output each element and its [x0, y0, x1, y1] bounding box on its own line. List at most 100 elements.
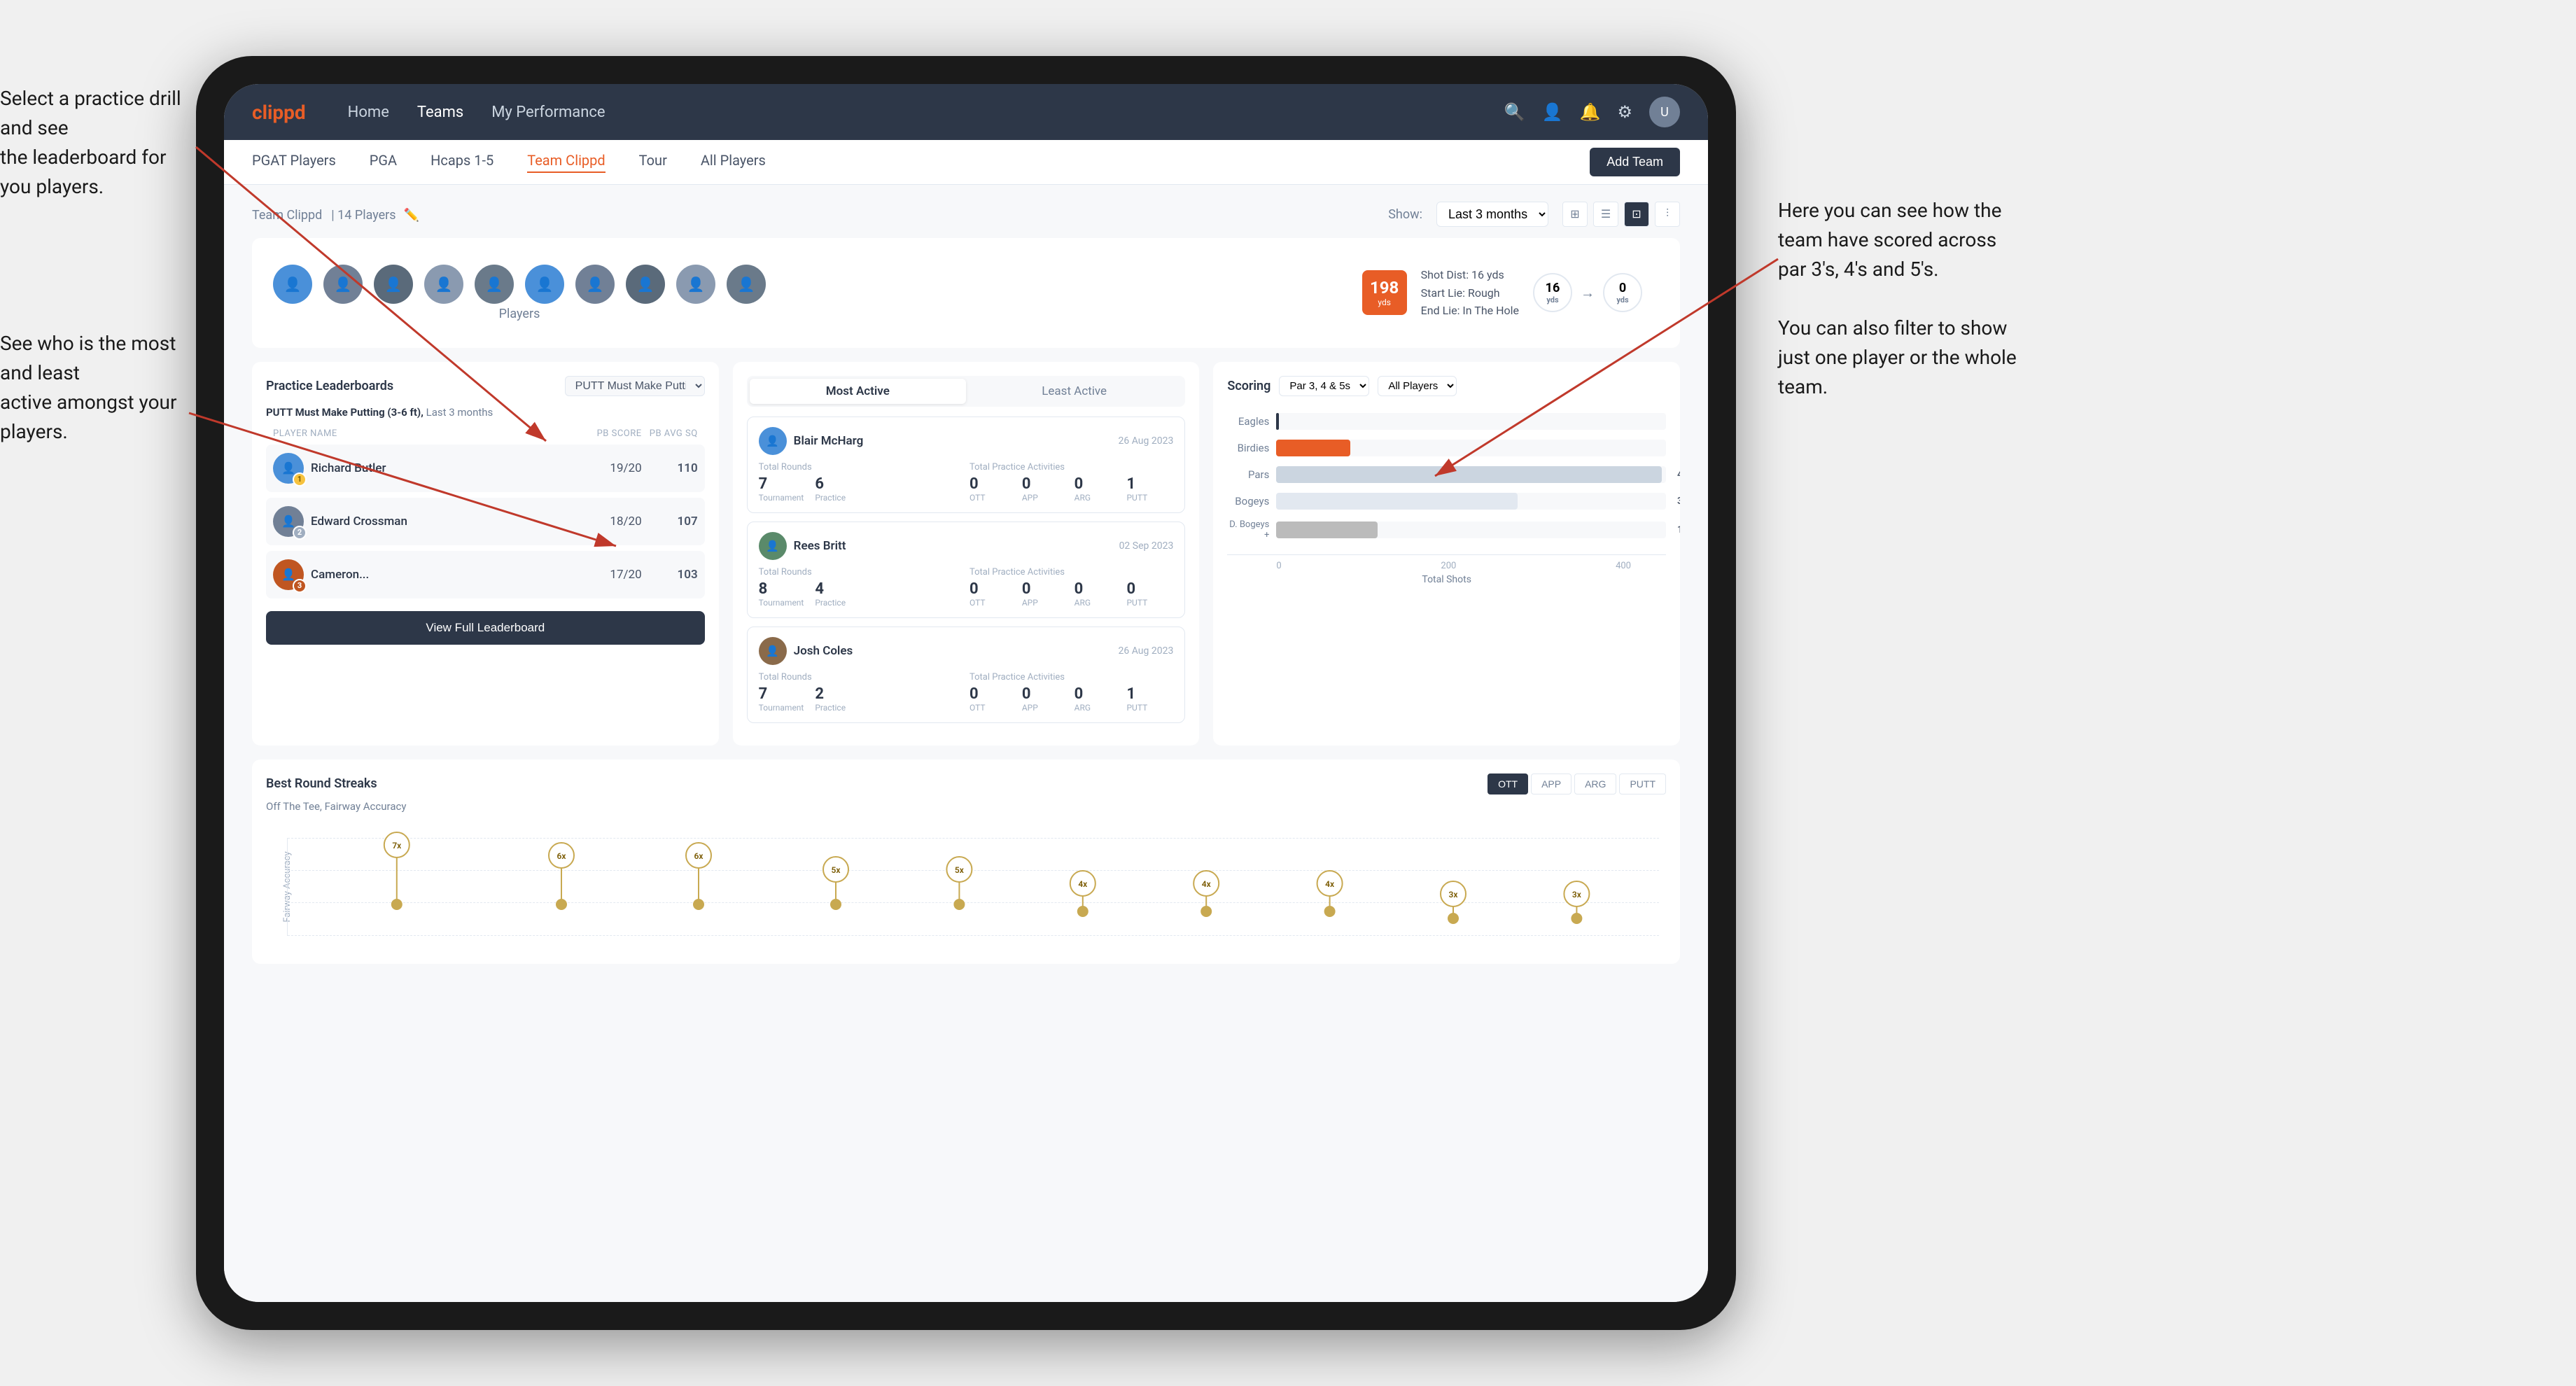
brand-logo: clippd: [252, 101, 306, 124]
active-player-card-2: 👤 Rees Britt 02 Sep 2023 Total Rounds 8: [747, 522, 1186, 618]
subnav-all-players[interactable]: All Players: [701, 152, 766, 173]
player-avatar-6[interactable]: 👤: [525, 265, 564, 304]
leaderboard-header: PLAYER NAME PB SCORE PB AVG SQ: [266, 428, 705, 439]
edit-icon[interactable]: ✏️: [404, 208, 419, 223]
search-icon[interactable]: 🔍: [1504, 102, 1525, 122]
panels-grid: Practice Leaderboards PUTT Must Make Put…: [252, 362, 1680, 746]
apc-player: 👤 Rees Britt: [759, 532, 846, 560]
nav-home[interactable]: Home: [348, 104, 389, 121]
player-info: 👤 2 Edward Crossman: [273, 506, 586, 537]
view-full-leaderboard-button[interactable]: View Full Leaderboard: [266, 611, 705, 645]
player-avatar-4[interactable]: 👤: [424, 265, 463, 304]
scoring-title: Scoring: [1227, 379, 1270, 393]
pars-bar-fill: [1276, 466, 1662, 483]
player-avatar-5[interactable]: 👤: [475, 265, 514, 304]
tablet-frame: clippd Home Teams My Performance 🔍 👤 🔔 ⚙…: [196, 56, 1736, 1330]
player-avatar-9[interactable]: 👤: [676, 265, 715, 304]
show-period-select[interactable]: Last 3 months: [1436, 202, 1548, 227]
apc-stats: Total Rounds 8 Tournament 4 Practice: [759, 567, 1174, 608]
leaderboard-title: Practice Leaderboards: [266, 379, 393, 393]
subnav-pga[interactable]: PGA: [370, 152, 397, 173]
active-player-card: 👤 Blair McHarg 26 Aug 2023 Total Rounds …: [747, 416, 1186, 513]
player-avg: 103: [642, 568, 698, 582]
bell-icon[interactable]: 🔔: [1580, 102, 1601, 122]
settings-icon[interactable]: ⚙: [1617, 102, 1632, 122]
grid-view-btn[interactable]: ⊞: [1562, 202, 1588, 227]
subnav-team-clippd[interactable]: Team Clippd: [527, 152, 605, 173]
subnav-hcaps[interactable]: Hcaps 1-5: [430, 152, 493, 173]
apc-avatar: 👤: [759, 637, 787, 665]
view-icons: ⊞ ☰ ⊡ ⫶: [1562, 202, 1680, 227]
player-avatar-2[interactable]: 👤: [323, 265, 363, 304]
least-active-tab[interactable]: Least Active: [966, 379, 1182, 404]
card-view-btn[interactable]: ⊡: [1624, 202, 1649, 227]
shot-distance-badge: 198 yds: [1362, 270, 1407, 315]
subnav-pgat[interactable]: PGAT Players: [252, 152, 336, 173]
filter-view-btn[interactable]: ⫶: [1655, 202, 1680, 227]
list-view-btn[interactable]: ☰: [1593, 202, 1618, 227]
apc-stats: Total Rounds 7 Tournament 2 Practice: [759, 672, 1174, 713]
nav-performance[interactable]: My Performance: [491, 104, 605, 121]
apc-player: 👤 Blair McHarg: [759, 427, 864, 455]
player-info: 👤 1 Richard Butler: [273, 453, 586, 484]
most-active-tab[interactable]: Most Active: [750, 379, 966, 404]
apc-stats: Total Rounds 7 Tournament 6 Practice: [759, 462, 1174, 503]
svg-text:3x: 3x: [1572, 890, 1581, 899]
player-avatar-8[interactable]: 👤: [626, 265, 665, 304]
activities-values: 0 OTT 0 APP 0 ARG: [969, 685, 1173, 713]
total-rounds-group: Total Rounds 7 Tournament 2 Practice: [759, 672, 962, 713]
birdies-bar-row: Birdies 96: [1227, 440, 1666, 456]
bogeys-bar-track: 311: [1276, 493, 1666, 510]
rounds-values: 7 Tournament 2 Practice: [759, 685, 962, 713]
eagles-bar-track: 3: [1276, 413, 1666, 430]
player-1-avatar: 👤 1: [273, 453, 304, 484]
player-score: 17/20: [586, 568, 642, 582]
player-name: Cameron...: [311, 568, 369, 582]
leaderboard-row[interactable]: 👤 1 Richard Butler 19/20 110: [266, 444, 705, 492]
shot-circle-2: 0 yds: [1603, 273, 1642, 312]
arg-filter-button[interactable]: ARG: [1574, 774, 1616, 794]
birdies-bar-fill: [1276, 440, 1350, 456]
svg-text:3x: 3x: [1449, 890, 1458, 899]
putt-filter-button[interactable]: PUTT: [1619, 774, 1666, 794]
leaderboard-row[interactable]: 👤 2 Edward Crossman 18/20 107: [266, 498, 705, 545]
annotation-left-bottom: See who is the most and leastactive amon…: [0, 329, 203, 447]
leaderboard-row[interactable]: 👤 3 Cameron... 17/20 103: [266, 551, 705, 598]
player-3-avatar: 👤 3: [273, 559, 304, 590]
par-filter-select[interactable]: Par 3, 4 & 5s: [1279, 376, 1369, 396]
apc-header: 👤 Blair McHarg 26 Aug 2023: [759, 427, 1174, 455]
svg-text:4x: 4x: [1202, 879, 1211, 889]
player-avatar-7[interactable]: 👤: [575, 265, 615, 304]
scoring-header: Scoring Par 3, 4 & 5s All Players: [1227, 376, 1666, 396]
user-avatar[interactable]: U: [1649, 97, 1680, 127]
player-avatar-1[interactable]: 👤: [273, 265, 312, 304]
subnav-links: PGAT Players PGA Hcaps 1-5 Team Clippd T…: [252, 152, 1590, 173]
player-avatar-3[interactable]: 👤: [374, 265, 413, 304]
players-filter-select[interactable]: All Players: [1378, 376, 1457, 396]
shot-info: Shot Dist: 16 yds Start Lie: Rough End L…: [1421, 266, 1519, 320]
streaks-header: Best Round Streaks OTT APP ARG PUTT: [266, 774, 1666, 794]
scoring-panel: Scoring Par 3, 4 & 5s All Players Eagles: [1213, 362, 1680, 746]
nav-icons: 🔍 👤 🔔 ⚙ U: [1504, 97, 1680, 127]
rounds-values: 7 Tournament 6 Practice: [759, 475, 962, 503]
nav-links: Home Teams My Performance: [348, 104, 1504, 121]
ott-filter-button[interactable]: OTT: [1488, 774, 1528, 794]
apc-avatar: 👤: [759, 532, 787, 560]
people-icon[interactable]: 👤: [1542, 102, 1563, 122]
rank-badge: 3: [293, 579, 307, 593]
practice-activities-group: Total Practice Activities 0 OTT 0 APP: [969, 567, 1173, 608]
shot-circles: 16 yds → 0 yds: [1533, 273, 1642, 312]
app-filter-button[interactable]: APP: [1531, 774, 1572, 794]
nav-teams[interactable]: Teams: [417, 104, 463, 121]
annotation-right: Here you can see how the team have score…: [1778, 196, 2017, 402]
player-avatar-10[interactable]: 👤: [727, 265, 766, 304]
apc-date: 02 Sep 2023: [1119, 540, 1174, 552]
team-header: Team Clippd | 14 Players ✏️ Show: Last 3…: [252, 202, 1680, 227]
player-avg: 110: [642, 461, 698, 475]
dot-chart: Fairway Accuracy 7x: [266, 824, 1666, 950]
team-title: Team Clippd | 14 Players ✏️: [252, 206, 419, 223]
drill-select[interactable]: PUTT Must Make Putting...: [565, 376, 705, 396]
add-team-button[interactable]: Add Team: [1590, 148, 1680, 176]
subnav-tour[interactable]: Tour: [639, 152, 667, 173]
activity-toggle-tabs: Most Active Least Active: [747, 376, 1186, 407]
